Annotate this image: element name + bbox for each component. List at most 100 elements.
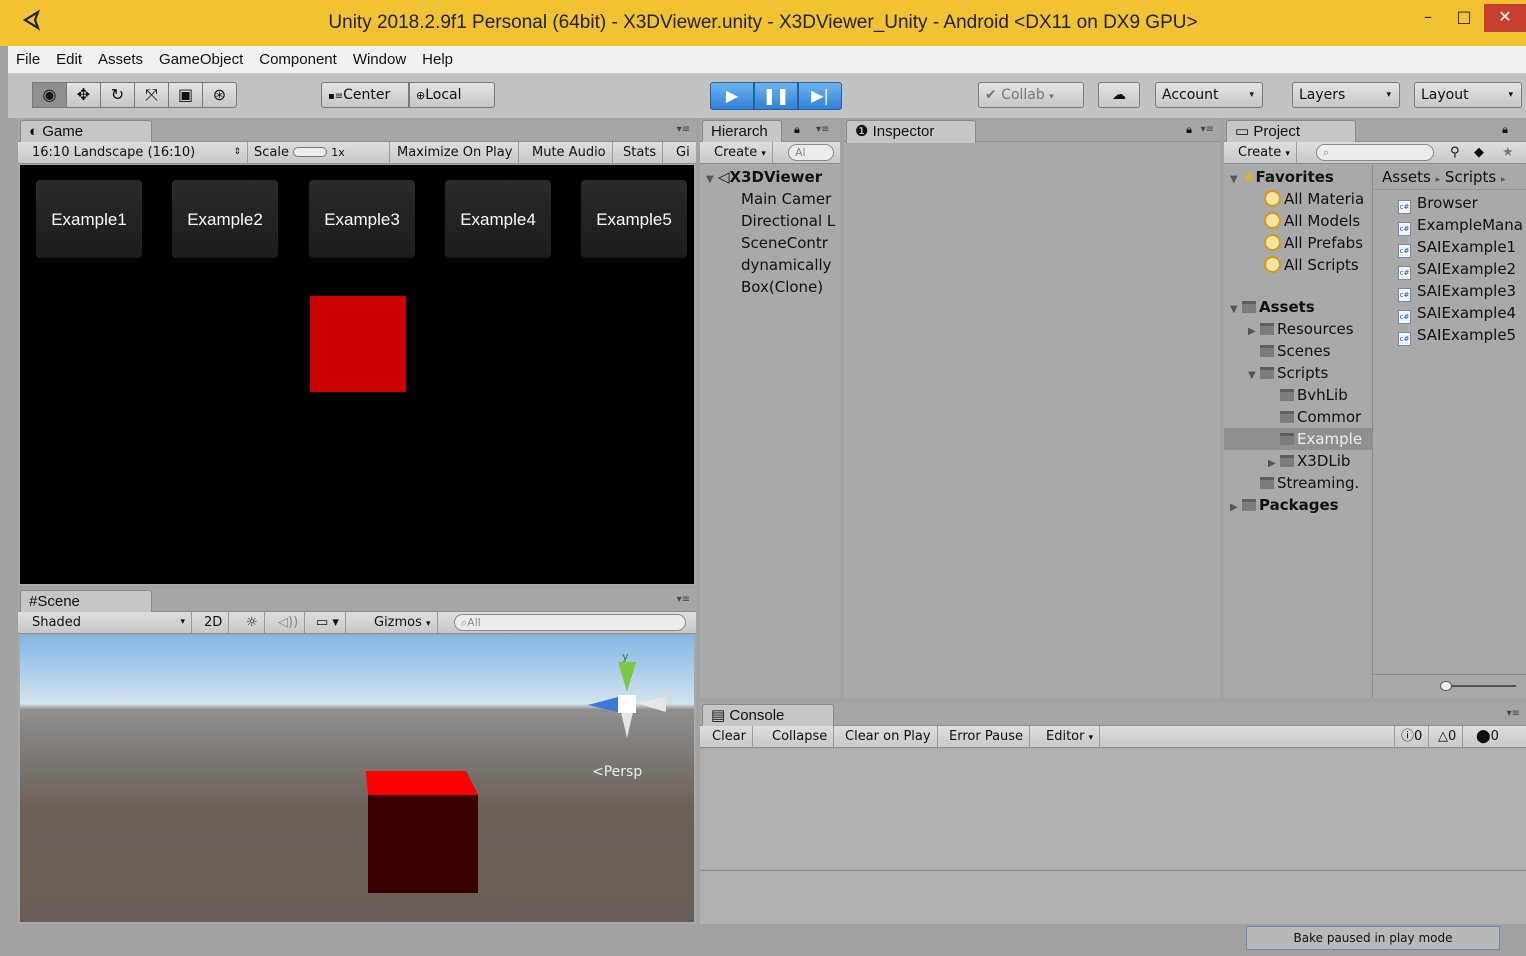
example3-button[interactable]: Example3	[309, 180, 415, 258]
file-item[interactable]: c# Browser	[1398, 192, 1526, 214]
scale-tool-icon[interactable]: ⤧	[134, 82, 169, 108]
effects-image-icon[interactable]: ▭ ▾	[310, 612, 346, 633]
lighting-sun-icon[interactable]: ☼	[240, 612, 265, 633]
tab-game[interactable]: ◐ Game	[20, 120, 152, 143]
file-item[interactable]: c# SAIExample4	[1398, 302, 1526, 324]
scene-orientation-gizmo[interactable]: y	[578, 650, 678, 750]
icon-size-slider[interactable]	[1374, 674, 1526, 696]
minimize-button[interactable]: –	[1408, 4, 1448, 32]
tab-inspector[interactable]: ❶ Inspector	[846, 120, 976, 143]
filter-type-icon[interactable]: ⚲	[1450, 142, 1460, 163]
pivot-local-button[interactable]: ⊕Local	[409, 82, 495, 108]
favorite-item[interactable]: All Scripts	[1224, 254, 1372, 276]
warning-count-toggle[interactable]: △0	[1432, 726, 1464, 747]
editor-dropdown[interactable]: Editor ▾	[1040, 726, 1101, 747]
2d-toggle[interactable]: 2D	[198, 612, 230, 633]
hierarchy-item[interactable]: dynamically	[706, 254, 835, 276]
lock-icon[interactable]: 🔒︎	[1186, 123, 1192, 137]
example1-button[interactable]: Example1	[36, 180, 142, 258]
maximize-on-play-toggle[interactable]: Maximize On Play	[391, 142, 520, 163]
move-tool-icon[interactable]: ✥	[66, 82, 101, 108]
tab-hierarchy[interactable]: Hierarch	[702, 120, 782, 143]
panel-menu-icon[interactable]: ▾≡	[816, 124, 829, 135]
project-create-button[interactable]: Create ▾	[1232, 142, 1297, 163]
lock-icon[interactable]: 🔒︎	[794, 123, 800, 137]
project-divider[interactable]	[1372, 165, 1373, 698]
menu-component[interactable]: Component	[251, 46, 345, 74]
menu-assets[interactable]: Assets	[90, 46, 151, 74]
layout-dropdown[interactable]: Layout ▾	[1414, 82, 1522, 108]
layers-dropdown[interactable]: Layers ▾	[1292, 82, 1400, 108]
menu-file[interactable]: File	[8, 46, 48, 74]
hierarchy-root[interactable]: ▼ ◁X3DViewer	[706, 166, 835, 188]
transform-tool-icon[interactable]: ⊛	[202, 82, 237, 108]
hierarchy-search-input[interactable]: Al	[788, 144, 834, 161]
folder-item[interactable]: Scenes	[1224, 340, 1372, 362]
file-item[interactable]: c# SAIExample1	[1398, 236, 1526, 258]
packages-folder[interactable]: ▶ Packages	[1224, 494, 1372, 516]
rotate-tool-icon[interactable]: ↻	[100, 82, 135, 108]
menu-help[interactable]: Help	[414, 46, 461, 74]
hierarchy-item[interactable]: Box(Clone)	[706, 276, 835, 298]
gizmos-dropdown[interactable]: Gizmos ▾	[368, 612, 438, 633]
clear-on-play-toggle[interactable]: Clear on Play	[839, 726, 938, 747]
pivot-center-button[interactable]: ▪≡Center	[321, 82, 409, 108]
breadcrumb-scripts[interactable]: Scripts	[1445, 168, 1496, 186]
gizmos-toggle[interactable]: Gi	[670, 142, 696, 163]
tab-scene[interactable]: #Scene	[20, 590, 152, 613]
file-item[interactable]: c# SAIExample5	[1398, 324, 1526, 346]
folder-item[interactable]: ▶ X3DLib	[1224, 450, 1372, 472]
project-search-input[interactable]: ⌕	[1316, 144, 1434, 161]
play-button[interactable]: ▶	[710, 82, 754, 110]
info-count-toggle[interactable]: ⓘ0	[1394, 726, 1430, 747]
favorites-header[interactable]: ▼ ★Favorites	[1224, 166, 1372, 188]
panel-menu-icon[interactable]: ▾≡	[677, 594, 690, 605]
file-item[interactable]: c# SAIExample3	[1398, 280, 1526, 302]
file-item[interactable]: c# SAIExample2	[1398, 258, 1526, 280]
slider-knob[interactable]	[293, 147, 328, 157]
hierarchy-item[interactable]: Main Camer	[706, 188, 835, 210]
scene-search-input[interactable]: ⌕All	[454, 614, 686, 631]
pause-button[interactable]: ❚❚	[754, 82, 798, 110]
folder-item[interactable]: ▼ Scripts	[1224, 362, 1372, 384]
scale-slider[interactable]: Scale 1x	[248, 142, 390, 163]
rect-tool-icon[interactable]: ▣	[168, 82, 203, 108]
folder-item[interactable]: Streaming.	[1224, 472, 1372, 494]
aspect-dropdown[interactable]: 16:10 Landscape (16:10) ⇕	[26, 142, 248, 163]
menu-gameobject[interactable]: GameObject	[151, 46, 251, 74]
folder-item[interactable]: ▶ Resources	[1224, 318, 1372, 340]
stats-toggle[interactable]: Stats	[617, 142, 664, 163]
audio-icon[interactable]: ◁))	[272, 612, 306, 633]
folder-item[interactable]: Commor	[1224, 406, 1372, 428]
example2-button[interactable]: Example2	[172, 180, 278, 258]
console-log-area[interactable]	[700, 749, 1526, 869]
error-count-toggle[interactable]: ⬤0	[1470, 726, 1505, 747]
collapse-toggle[interactable]: Collapse	[766, 726, 835, 747]
breadcrumb-assets[interactable]: Assets	[1382, 168, 1431, 186]
view-tool-eye-icon[interactable]: ◉	[32, 82, 67, 108]
hierarchy-create-button[interactable]: Create ▾	[708, 142, 773, 163]
console-detail-area[interactable]	[700, 870, 1526, 924]
persp-label[interactable]: <Persp	[592, 764, 642, 780]
example4-button[interactable]: Example4	[445, 180, 551, 258]
account-button[interactable]: Account ▾	[1155, 82, 1263, 108]
filter-label-icon[interactable]: ◆	[1474, 142, 1484, 163]
hierarchy-item[interactable]: Directional L	[706, 210, 835, 232]
assets-folder[interactable]: ▼ Assets	[1224, 296, 1372, 318]
shading-dropdown[interactable]: Shaded ▾	[26, 612, 192, 633]
favorite-item[interactable]: All Prefabs	[1224, 232, 1372, 254]
star-icon[interactable]: ★	[1502, 142, 1514, 163]
maximize-button[interactable]: □	[1446, 4, 1482, 32]
example5-button[interactable]: Example5	[581, 180, 687, 258]
menu-edit[interactable]: Edit	[48, 46, 90, 74]
slider-knob[interactable]	[1440, 681, 1452, 691]
mute-audio-toggle[interactable]: Mute Audio	[526, 142, 613, 163]
lock-icon[interactable]: 🔒︎	[1502, 123, 1508, 137]
folder-item-selected[interactable]: Example	[1224, 428, 1372, 450]
tab-console[interactable]: ▤ Console	[702, 704, 834, 727]
cloud-button[interactable]: ☁	[1098, 82, 1140, 108]
panel-menu-icon[interactable]: ▾≡	[1507, 708, 1520, 719]
collab-button[interactable]: ✔ Collab ▾	[978, 82, 1084, 108]
hierarchy-item[interactable]: SceneContr	[706, 232, 835, 254]
favorite-item[interactable]: All Materia	[1224, 188, 1372, 210]
